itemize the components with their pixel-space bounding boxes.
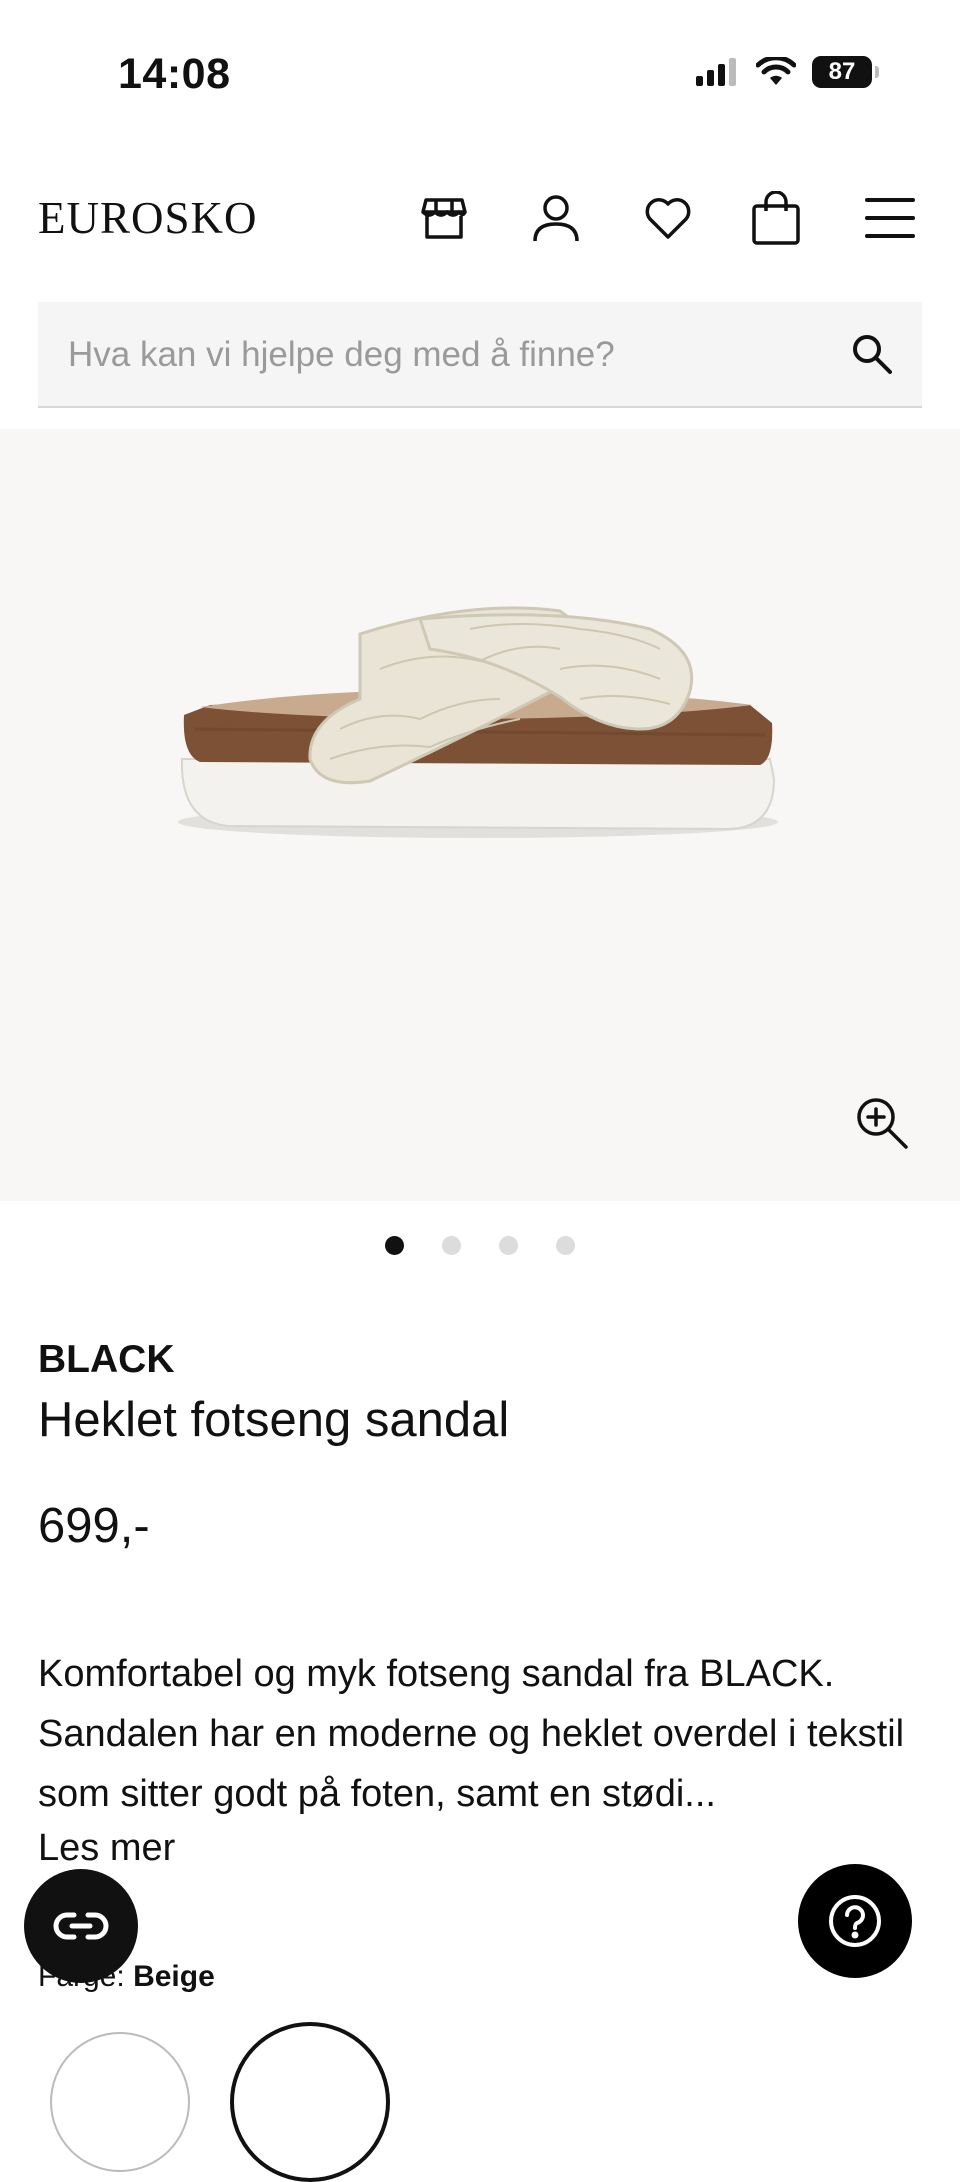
carousel-dots [0,1236,960,1255]
chat-widget-button[interactable] [24,1869,138,1983]
account-icon[interactable] [528,190,584,246]
carousel-dot-2[interactable] [442,1236,461,1255]
search-input[interactable] [66,326,830,384]
store-icon[interactable] [416,190,472,246]
wifi-icon [756,57,796,85]
status-icons: 87 [696,56,879,88]
search-bar [38,302,922,408]
link-icon [53,1912,109,1940]
heart-icon[interactable] [640,190,696,246]
product-name: Heklet fotseng sandal [38,1393,510,1447]
product-brand[interactable]: BLACK [38,1338,174,1382]
product-image-gallery[interactable] [0,429,960,1201]
signal-icon [696,58,736,86]
help-icon [829,1895,881,1947]
carousel-dot-4[interactable] [556,1236,575,1255]
eurosko-logo[interactable]: EUROSKO [38,192,258,244]
help-button[interactable] [798,1864,912,1978]
battery-indicator: 87 [812,56,879,88]
zoom-in-icon[interactable] [854,1095,910,1151]
color-swatch-1[interactable] [50,2032,190,2172]
carousel-dot-1[interactable] [385,1236,404,1255]
menu-icon[interactable] [862,190,918,246]
product-description: Komfortabel og myk fotseng sandal fra BL… [38,1653,905,1815]
bag-icon[interactable] [748,190,804,246]
product-price: 699,- [38,1499,150,1553]
color-swatch-2[interactable] [230,2022,390,2182]
carousel-dot-3[interactable] [499,1236,518,1255]
product-image [178,606,778,838]
status-time: 14:08 [118,50,231,98]
read-more-link[interactable]: Les mer [38,1827,175,1870]
search-icon[interactable] [850,332,894,376]
color-value: Beige [133,1960,215,1993]
